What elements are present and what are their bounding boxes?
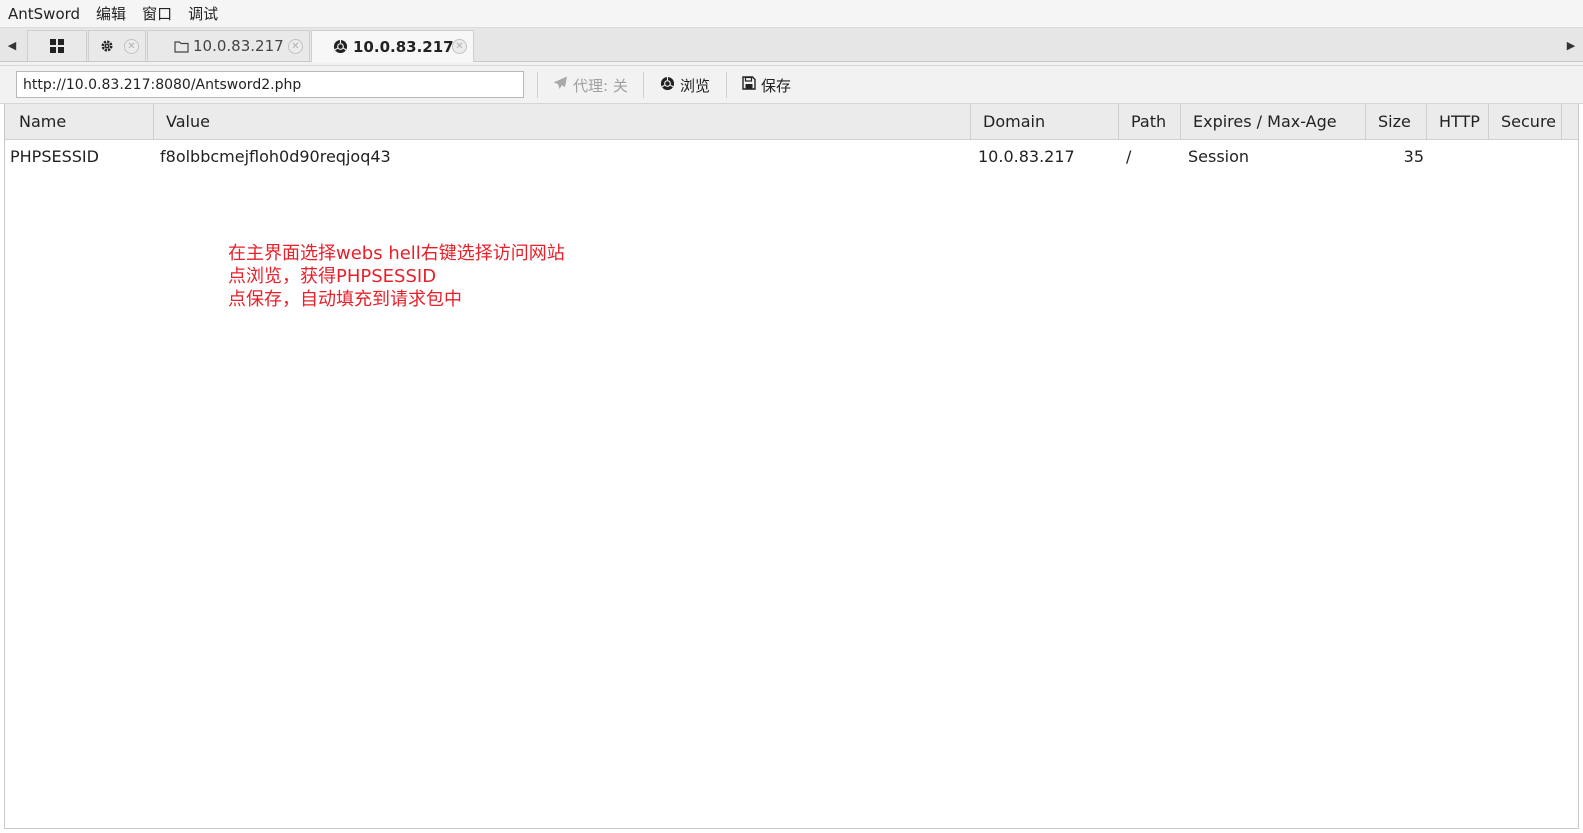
tab-settings[interactable]: ✕ <box>88 30 146 61</box>
menu-antsword[interactable]: AntSword <box>0 0 88 28</box>
save-button[interactable]: 保存 <box>742 72 791 98</box>
column-header-value[interactable]: Value <box>154 104 971 140</box>
proxy-label: 代理: 关 <box>573 76 628 95</box>
annotation-note: 在主界面选择webs hell右键选择访问网站 点浏览，获得PHPSESSID … <box>228 242 565 311</box>
cookie-size-cell: 35 <box>1403 147 1424 166</box>
table-row[interactable]: PHPSESSID f8olbbcmejfloh0d90reqjoq43 10.… <box>5 140 1578 174</box>
column-header-secure[interactable]: Secure <box>1489 104 1562 140</box>
cookie-value-cell: f8olbbcmejfloh0d90reqjoq43 <box>160 147 391 166</box>
browse-button[interactable]: 浏览 <box>660 72 710 98</box>
tab-file-manager-close-icon[interactable]: ✕ <box>288 39 303 54</box>
tab-settings-close-icon[interactable]: ✕ <box>124 39 139 54</box>
column-header-path[interactable]: Path <box>1119 104 1181 140</box>
tab-file-manager-label: 10.0.83.217 <box>193 37 284 55</box>
menu-debug[interactable]: 调试 <box>180 0 226 28</box>
gear-icon <box>100 39 114 53</box>
annotation-line: 在主界面选择webs hell右键选择访问网站 <box>228 243 565 264</box>
paper-plane-icon <box>553 76 568 94</box>
tab-file-manager[interactable]: 10.0.83.217 ✕ <box>147 30 310 61</box>
tab-scroll-right-arrow[interactable]: ▶ <box>1561 28 1581 62</box>
folder-icon <box>174 40 189 53</box>
proxy-button[interactable]: 代理: 关 <box>553 72 628 98</box>
toolbar-separator <box>537 72 538 98</box>
browse-label: 浏览 <box>680 76 711 95</box>
column-header-http[interactable]: HTTP <box>1427 104 1489 140</box>
floppy-disk-icon <box>742 76 756 94</box>
tab-browser-close-icon[interactable]: ✕ <box>452 39 467 54</box>
chrome-icon <box>660 76 675 95</box>
cookie-table-header: Name Value Domain Path Expires / Max-Age… <box>5 104 1578 140</box>
column-header-expires[interactable]: Expires / Max-Age <box>1181 104 1366 140</box>
url-input[interactable] <box>16 71 524 98</box>
menu-window[interactable]: 窗口 <box>134 0 180 28</box>
tab-browser-label: 10.0.83.217 <box>353 37 454 56</box>
cookie-http-cell <box>1435 140 1485 174</box>
grid-icon <box>50 39 64 53</box>
column-header-name[interactable]: Name <box>5 104 154 140</box>
browser-toolbar: 代理: 关 浏览 保存 <box>0 66 1583 104</box>
tab-browser[interactable]: 10.0.83.217 ✕ <box>311 30 474 62</box>
column-header-domain[interactable]: Domain <box>971 104 1119 140</box>
menu-bar: AntSword 编辑 窗口 调试 <box>0 0 1583 28</box>
tab-bar: ◀ ✕ 10.0.83.217 ✕ 10.0.83.217 ✕ ▶ <box>0 28 1583 62</box>
save-label: 保存 <box>761 76 792 95</box>
cookie-name-cell: PHPSESSID <box>10 147 99 166</box>
cookie-table: Name Value Domain Path Expires / Max-Age… <box>4 104 1579 829</box>
tab-scroll-left-arrow[interactable]: ◀ <box>2 28 22 62</box>
column-header-size[interactable]: Size <box>1366 104 1427 140</box>
cookie-secure-cell <box>1497 140 1557 174</box>
cookie-path-cell: / <box>1126 147 1132 166</box>
toolbar-separator <box>726 72 727 98</box>
menu-edit[interactable]: 编辑 <box>88 0 134 28</box>
cookie-expires-cell: Session <box>1188 147 1250 166</box>
tab-home[interactable] <box>27 30 87 61</box>
chrome-icon <box>333 39 348 54</box>
annotation-line: 点保存，自动填充到请求包中 <box>228 289 462 310</box>
annotation-line: 点浏览，获得PHPSESSID <box>228 266 437 287</box>
cookie-domain-cell: 10.0.83.217 <box>978 147 1075 166</box>
toolbar-separator <box>643 72 644 98</box>
